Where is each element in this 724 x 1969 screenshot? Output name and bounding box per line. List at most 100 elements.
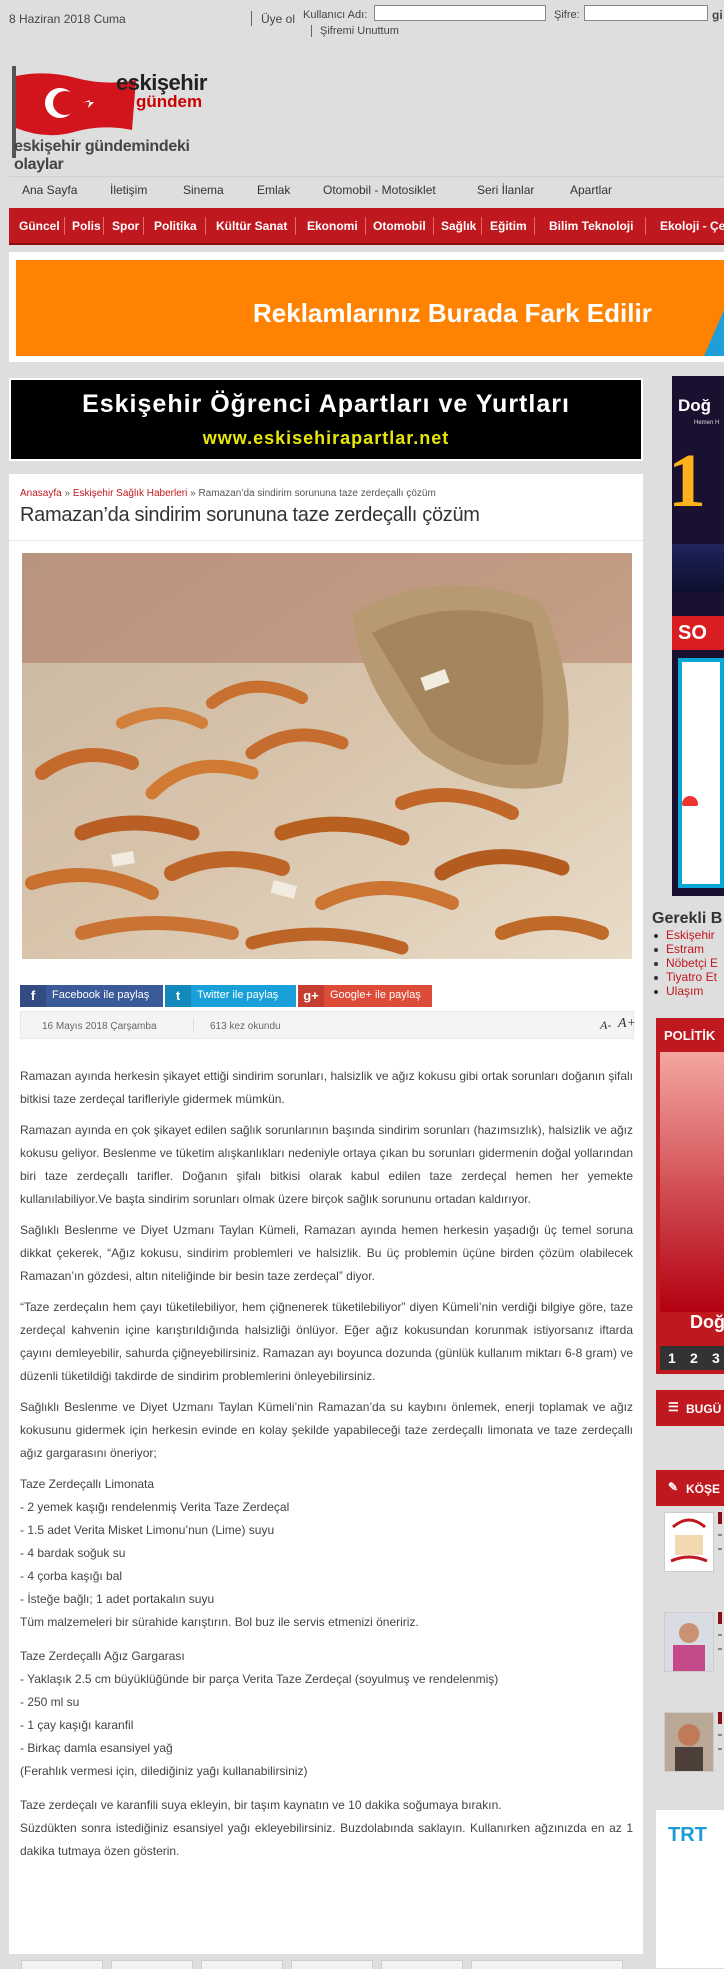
password-input[interactable]	[584, 5, 708, 21]
category-spor[interactable]: Spor	[112, 219, 139, 233]
divider	[534, 217, 535, 235]
divider	[481, 217, 482, 235]
paragraph: Taze zerdeçalı ve karanfili suya ekleyin…	[20, 1798, 502, 1812]
list-item[interactable]: Ulaşım	[654, 984, 718, 998]
today-header[interactable]: ☰ BUGÜ	[656, 1390, 724, 1426]
view-count: 613 kez okundu	[210, 1021, 281, 1032]
nav-item-home[interactable]: Ana Sayfa	[22, 183, 77, 197]
politics-slider: POLİTİK Doğ 1 2 3	[656, 1018, 724, 1374]
divider	[143, 217, 144, 235]
pager-button-1[interactable]: 1	[668, 1350, 676, 1366]
share-facebook-label: Facebook ile paylaş	[52, 989, 150, 1001]
columnist-avatar	[664, 1712, 714, 1772]
columnist-item[interactable]	[662, 1612, 724, 1688]
share-google-button[interactable]: g+ Google+ ile paylaş	[298, 985, 432, 1007]
forgot-password-link[interactable]: Şifremi Unuttum	[320, 25, 399, 37]
category-ekoloji[interactable]: Ekoloji - Çe	[660, 219, 724, 233]
recipe-line: - 1 çay kaşığı karanfil	[20, 1718, 134, 1732]
ad-banner-background: Reklamlarınız Burada Fark Edilir	[16, 260, 724, 356]
columnist-text-edge	[718, 1512, 724, 1572]
divider	[433, 217, 434, 235]
login-button[interactable]: gi	[712, 8, 723, 22]
breadcrumb-separator: »	[64, 488, 71, 499]
divider	[9, 540, 643, 541]
bullet-icon	[654, 989, 658, 994]
share-facebook-button[interactable]: f Facebook ile paylaş	[20, 985, 163, 1007]
site-logo[interactable]: eskişehir gündem eskişehir gündemindeki …	[12, 64, 232, 173]
columnist-item[interactable]	[662, 1712, 724, 1788]
password-label: Şifre:	[554, 9, 580, 21]
font-increase-button[interactable]: A+	[618, 1016, 636, 1032]
columnist-text-edge	[718, 1712, 724, 1772]
columns-header[interactable]: ✎ KÖŞE	[656, 1470, 724, 1506]
article-image	[22, 553, 632, 959]
politics-slide-image[interactable]	[660, 1052, 724, 1312]
breadcrumb-home[interactable]: Anasayfa	[20, 488, 62, 499]
breadcrumb-category[interactable]: Eskişehir Sağlık Haberleri	[73, 488, 188, 499]
nav-item-contact[interactable]: İletişim	[110, 183, 147, 197]
nav-item-automobile[interactable]: Otomobil - Motosiklet	[323, 183, 436, 197]
google-plus-icon: g+	[298, 985, 324, 1007]
link-label: Ulaşım	[666, 984, 704, 998]
register-link[interactable]: Üye ol	[261, 12, 295, 26]
share-twitter-button[interactable]: t Twitter ile paylaş	[165, 985, 296, 1007]
category-bilim-teknoloji[interactable]: Bilim Teknoloji	[549, 219, 633, 233]
share-google-label: Google+ ile paylaş	[330, 989, 421, 1001]
recipe-limonata: Taze Zerdeçallı Limonata - 2 yemek kaşığ…	[20, 1473, 633, 1634]
pager-button-3[interactable]: 3	[712, 1350, 720, 1366]
article-body: Ramazan ayında herkesin şikayet ettiği s…	[20, 1065, 633, 1863]
bullet-icon	[654, 947, 658, 952]
category-nav: Güncel Polis Spor Politika Kültür Sanat …	[9, 208, 724, 245]
nav-item-classifieds[interactable]: Seri İlanlar	[477, 183, 534, 197]
logo-name-line2: gündem	[136, 92, 203, 111]
breadcrumb-current: Ramazan’da sindirim sorununa taze zerdeç…	[198, 488, 436, 499]
list-item[interactable]: Estram	[654, 942, 718, 956]
columnist-text-edge	[718, 1612, 724, 1672]
breadcrumb: Anasayfa » Eskişehir Sağlık Haberleri » …	[20, 488, 436, 499]
columnist-avatar	[664, 1612, 714, 1672]
recipe-line: - İsteğe bağlı; 1 adet portakalın suyu	[20, 1592, 215, 1606]
category-kultur-sanat[interactable]: Kültür Sanat	[216, 219, 287, 233]
username-input[interactable]	[374, 5, 546, 21]
link-label: Eskişehir	[666, 928, 715, 942]
divider	[295, 217, 296, 235]
columns-label: KÖŞE	[686, 1482, 721, 1496]
paragraph: “Taze zerdeçalın hem çayı tüketilebiliyo…	[20, 1300, 633, 1383]
pager-button-2[interactable]: 2	[690, 1350, 698, 1366]
category-politika[interactable]: Politika	[154, 219, 197, 233]
category-guncel[interactable]: Güncel	[19, 219, 60, 233]
list-item[interactable]: Eskişehir	[654, 928, 718, 942]
trt-logo-text: TRT	[668, 1824, 707, 1846]
facebook-icon: f	[20, 985, 46, 1007]
category-saglik[interactable]: Sağlık	[441, 219, 476, 233]
sidebar-ad[interactable]: Doğ Hemen H 1 SO	[672, 376, 724, 896]
nav-item-apartments[interactable]: Apartlar	[570, 183, 612, 197]
recipe-line: - Yaklaşık 2.5 cm büyüklüğünde bir parça…	[20, 1672, 499, 1686]
recipe-line: - Birkaç damla esansiyel yağ	[20, 1741, 173, 1755]
article-title: Ramazan’da sindirim sorununa taze zerdeç…	[20, 504, 480, 526]
sidebar-ad-title: Doğ	[678, 396, 712, 415]
divider	[193, 1018, 194, 1033]
columnist-item[interactable]	[662, 1512, 724, 1588]
nav-item-realestate[interactable]: Emlak	[257, 183, 290, 197]
main-nav: Ana Sayfa İletişim Sinema Emlak Otomobil…	[9, 176, 724, 207]
category-egitim[interactable]: Eğitim	[490, 219, 527, 233]
divider	[365, 217, 366, 235]
ad-apartments[interactable]: Eskişehir Öğrenci Apartları ve Yurtları …	[9, 378, 643, 461]
category-polis[interactable]: Polis	[72, 219, 101, 233]
list-item[interactable]: Tiyatro Et	[654, 970, 718, 984]
font-decrease-button[interactable]: A-	[600, 1018, 611, 1033]
list-item[interactable]: Nöbetçi E	[654, 956, 718, 970]
current-date: 8 Haziran 2018 Cuma	[9, 12, 126, 26]
category-ekonomi[interactable]: Ekonomi	[307, 219, 358, 233]
trt-ad[interactable]: TRT	[656, 1810, 724, 1968]
recipe-line: - 250 ml su	[20, 1695, 80, 1709]
nav-item-cinema[interactable]: Sinema	[183, 183, 224, 197]
category-otomobil[interactable]: Otomobil	[373, 219, 426, 233]
paragraph: Süzdükten sonra istediğiniz esansiyel ya…	[20, 1821, 633, 1858]
ad-banner[interactable]: Reklamlarınız Burada Fark Edilir	[9, 252, 724, 362]
paragraph: Ramazan ayında herkesin şikayet ettiği s…	[20, 1069, 633, 1106]
guest-writer-avatar	[664, 1512, 714, 1572]
link-label: Tiyatro Et	[666, 970, 717, 984]
